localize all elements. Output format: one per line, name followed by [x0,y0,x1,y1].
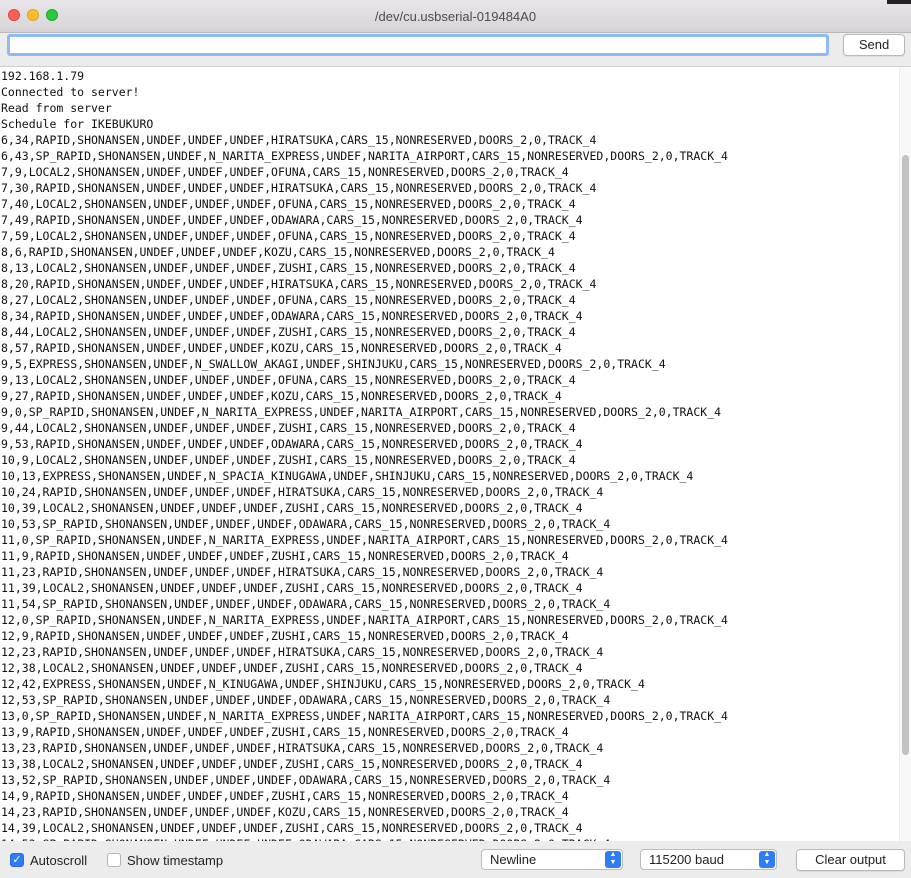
chevron-updown-icon: ▲ ▼ [605,851,621,868]
console-line: 6,43,SP_RAPID,SHONANSEN,UNDEF,N_NARITA_E… [1,149,728,163]
console-line: 13,9,RAPID,SHONANSEN,UNDEF,UNDEF,UNDEF,Z… [1,725,569,739]
window-titlebar: /dev/cu.usbserial-019484A0 [0,0,911,33]
show-timestamp-checkbox[interactable] [107,853,121,867]
console-line: 9,5,EXPRESS,SHONANSEN,UNDEF,N_SWALLOW_AK… [1,357,666,371]
serial-output-console[interactable]: 192.168.1.79 Connected to server! Read fro… [0,66,911,842]
serial-send-input[interactable] [7,34,829,56]
console-line: 7,9,LOCAL2,SHONANSEN,UNDEF,UNDEF,UNDEF,O… [1,165,569,179]
clear-output-button[interactable]: Clear output [796,849,905,871]
console-line: 13,23,RAPID,SHONANSEN,UNDEF,UNDEF,UNDEF,… [1,741,604,755]
console-line: 14,23,RAPID,SHONANSEN,UNDEF,UNDEF,UNDEF,… [1,805,569,819]
console-line: 12,23,RAPID,SHONANSEN,UNDEF,UNDEF,UNDEF,… [1,645,604,659]
window-corner-decoration [887,0,911,4]
scrollbar-thumb[interactable] [902,155,909,755]
console-line: 10,9,LOCAL2,SHONANSEN,UNDEF,UNDEF,UNDEF,… [1,453,576,467]
console-line: 6,34,RAPID,SHONANSEN,UNDEF,UNDEF,UNDEF,H… [1,133,597,147]
console-line: 11,0,SP_RAPID,SHONANSEN,UNDEF,N_NARITA_E… [1,533,728,547]
console-line: 12,53,SP_RAPID,SHONANSEN,UNDEF,UNDEF,UND… [1,693,611,707]
console-line: 12,42,EXPRESS,SHONANSEN,UNDEF,N_KINUGAWA… [1,677,645,691]
console-line: 7,59,LOCAL2,SHONANSEN,UNDEF,UNDEF,UNDEF,… [1,229,576,243]
line-ending-select[interactable]: Newline ▲ ▼ [481,849,623,870]
console-line: 14,9,RAPID,SHONANSEN,UNDEF,UNDEF,UNDEF,Z… [1,789,569,803]
console-line: 13,0,SP_RAPID,SHONANSEN,UNDEF,N_NARITA_E… [1,709,728,723]
console-line: 192.168.1.79 [1,69,85,83]
baud-rate-value: 115200 baud [649,852,724,867]
console-line: 7,30,RAPID,SHONANSEN,UNDEF,UNDEF,UNDEF,H… [1,181,597,195]
console-line: 10,24,RAPID,SHONANSEN,UNDEF,UNDEF,UNDEF,… [1,485,604,499]
console-line: 11,9,RAPID,SHONANSEN,UNDEF,UNDEF,UNDEF,Z… [1,549,569,563]
window-title: /dev/cu.usbserial-019484A0 [374,9,537,24]
console-line: 13,52,SP_RAPID,SHONANSEN,UNDEF,UNDEF,UND… [1,773,611,787]
chevron-updown-icon: ▲ ▼ [759,851,775,868]
console-line: Connected to server! [1,85,140,99]
serial-output-lines: 192.168.1.79 Connected to server! Read fro… [1,68,896,841]
console-line: 9,27,RAPID,SHONANSEN,UNDEF,UNDEF,UNDEF,K… [1,389,562,403]
show-timestamp-label[interactable]: Show timestamp [127,853,223,868]
console-line: Schedule for IKEBUKURO [1,117,154,131]
console-line: 11,54,SP_RAPID,SHONANSEN,UNDEF,UNDEF,UND… [1,597,611,611]
console-line: 10,53,SP_RAPID,SHONANSEN,UNDEF,UNDEF,UND… [1,517,611,531]
console-line: 11,39,LOCAL2,SHONANSEN,UNDEF,UNDEF,UNDEF… [1,581,583,595]
console-line: 9,44,LOCAL2,SHONANSEN,UNDEF,UNDEF,UNDEF,… [1,421,576,435]
console-line: 10,39,LOCAL2,SHONANSEN,UNDEF,UNDEF,UNDEF… [1,501,583,515]
check-icon: ✓ [12,854,22,866]
console-line: 8,13,LOCAL2,SHONANSEN,UNDEF,UNDEF,UNDEF,… [1,261,576,275]
autoscroll-label[interactable]: Autoscroll [30,853,87,868]
send-button[interactable]: Send [843,34,905,56]
console-line: 8,44,LOCAL2,SHONANSEN,UNDEF,UNDEF,UNDEF,… [1,325,576,339]
console-line: 7,49,RAPID,SHONANSEN,UNDEF,UNDEF,UNDEF,O… [1,213,583,227]
console-line: 12,9,RAPID,SHONANSEN,UNDEF,UNDEF,UNDEF,Z… [1,629,569,643]
console-line: Read from server [1,101,112,115]
autoscroll-checkbox[interactable]: ✓ [10,853,24,867]
console-line: 11,23,RAPID,SHONANSEN,UNDEF,UNDEF,UNDEF,… [1,565,604,579]
line-ending-value: Newline [490,852,537,867]
console-line: 14,39,LOCAL2,SHONANSEN,UNDEF,UNDEF,UNDEF… [1,821,583,835]
baud-rate-select[interactable]: 115200 baud ▲ ▼ [640,849,777,870]
vertical-scrollbar[interactable] [899,67,911,841]
console-line: 9,53,RAPID,SHONANSEN,UNDEF,UNDEF,UNDEF,O… [1,437,583,451]
console-line: 8,57,RAPID,SHONANSEN,UNDEF,UNDEF,UNDEF,K… [1,341,562,355]
console-line: 8,27,LOCAL2,SHONANSEN,UNDEF,UNDEF,UNDEF,… [1,293,576,307]
console-line: 12,38,LOCAL2,SHONANSEN,UNDEF,UNDEF,UNDEF… [1,661,583,675]
console-line: 9,0,SP_RAPID,SHONANSEN,UNDEF,N_NARITA_EX… [1,405,722,419]
console-line: 8,34,RAPID,SHONANSEN,UNDEF,UNDEF,UNDEF,O… [1,309,583,323]
console-line: 8,20,RAPID,SHONANSEN,UNDEF,UNDEF,UNDEF,H… [1,277,597,291]
console-line: 10,13,EXPRESS,SHONANSEN,UNDEF,N_SPACIA_K… [1,469,694,483]
console-line: 7,40,LOCAL2,SHONANSEN,UNDEF,UNDEF,UNDEF,… [1,197,576,211]
console-line: 13,38,LOCAL2,SHONANSEN,UNDEF,UNDEF,UNDEF… [1,757,583,771]
console-line: 12,0,SP_RAPID,SHONANSEN,UNDEF,N_NARITA_E… [1,613,728,627]
console-line: 8,6,RAPID,SHONANSEN,UNDEF,UNDEF,UNDEF,KO… [1,245,555,259]
console-line: 9,13,LOCAL2,SHONANSEN,UNDEF,UNDEF,UNDEF,… [1,373,576,387]
